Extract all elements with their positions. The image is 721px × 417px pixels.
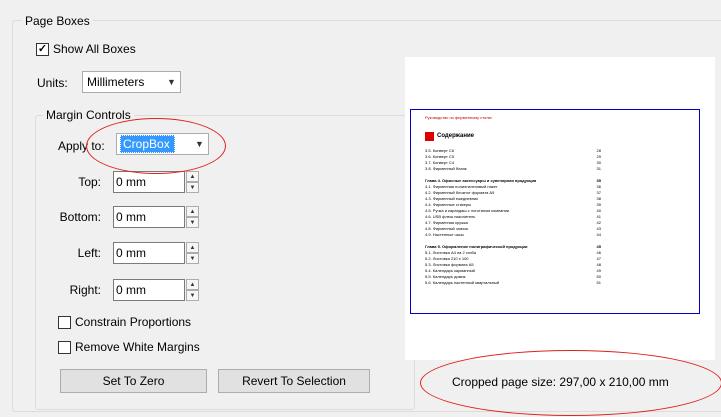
units-select[interactable]: Millimeters ▼ bbox=[82, 71, 181, 93]
show-all-boxes-label: Show All Boxes bbox=[53, 42, 136, 56]
remove-white-check-box[interactable] bbox=[58, 340, 71, 354]
spin-up-icon[interactable]: ▲ bbox=[186, 171, 199, 182]
margin-controls-group bbox=[35, 115, 415, 410]
margin-controls-title: Margin Controls bbox=[43, 108, 134, 122]
spin-down-icon[interactable]: ▼ bbox=[186, 217, 199, 228]
show-all-check-icon[interactable]: ✓ bbox=[36, 42, 49, 56]
constrain-check-box[interactable] bbox=[58, 315, 71, 329]
bottom-label: Bottom: bbox=[59, 210, 101, 224]
constrain-proportions-checkbox[interactable]: Constrain Proportions bbox=[58, 315, 191, 329]
bottom-input[interactable]: 0 mm bbox=[113, 206, 185, 228]
top-stepper[interactable]: ▲ ▼ bbox=[186, 171, 199, 193]
spin-up-icon[interactable]: ▲ bbox=[186, 279, 199, 290]
toc-text: 5.6. Календарь настенный квартальный bbox=[425, 280, 500, 285]
preview-page: Руководство по фирменному стилю Содержан… bbox=[410, 109, 700, 314]
toc-line: 5.6. Календарь настенный квартальный 51 bbox=[425, 280, 601, 286]
spin-up-icon[interactable]: ▲ bbox=[186, 242, 199, 253]
spin-down-icon[interactable]: ▼ bbox=[186, 253, 199, 264]
revert-to-selection-button[interactable]: Revert To Selection bbox=[218, 369, 370, 393]
chevron-down-icon[interactable]: ▼ bbox=[163, 72, 180, 92]
toc-page: 51 bbox=[596, 280, 601, 285]
bottom-stepper[interactable]: ▲ ▼ bbox=[186, 206, 199, 228]
left-stepper[interactable]: ▲ ▼ bbox=[186, 242, 199, 264]
left-input[interactable]: 0 mm bbox=[113, 242, 185, 264]
left-label: Left: bbox=[77, 246, 101, 260]
doc-title: Содержание bbox=[437, 133, 474, 139]
right-input[interactable]: 0 mm bbox=[113, 279, 185, 301]
doc-header: Руководство по фирменному стилю bbox=[425, 115, 492, 120]
top-label: Top: bbox=[78, 175, 101, 189]
remove-white-margins-label: Remove White Margins bbox=[75, 340, 200, 354]
annotation-ellipse-cropped-size bbox=[420, 350, 721, 416]
spin-up-icon[interactable]: ▲ bbox=[186, 206, 199, 217]
units-label: Units: bbox=[37, 76, 68, 90]
page-preview: Руководство по фирменному стилю Содержан… bbox=[405, 57, 715, 360]
top-input[interactable]: 0 mm bbox=[113, 171, 185, 193]
show-all-boxes-checkbox[interactable]: ✓ Show All Boxes bbox=[36, 42, 136, 56]
doc-red-marker bbox=[425, 132, 434, 141]
page-boxes-title: Page Boxes bbox=[22, 14, 93, 28]
constrain-proportions-label: Constrain Proportions bbox=[75, 315, 192, 329]
remove-white-margins-checkbox[interactable]: Remove White Margins bbox=[58, 340, 200, 354]
spin-down-icon[interactable]: ▼ bbox=[186, 290, 199, 301]
annotation-ellipse-apply-to bbox=[86, 118, 226, 174]
right-label: Right: bbox=[69, 283, 101, 297]
right-stepper[interactable]: ▲ ▼ bbox=[186, 279, 199, 301]
set-to-zero-button[interactable]: Set To Zero bbox=[60, 369, 207, 393]
spin-down-icon[interactable]: ▼ bbox=[186, 182, 199, 193]
units-value: Millimeters bbox=[87, 75, 145, 89]
